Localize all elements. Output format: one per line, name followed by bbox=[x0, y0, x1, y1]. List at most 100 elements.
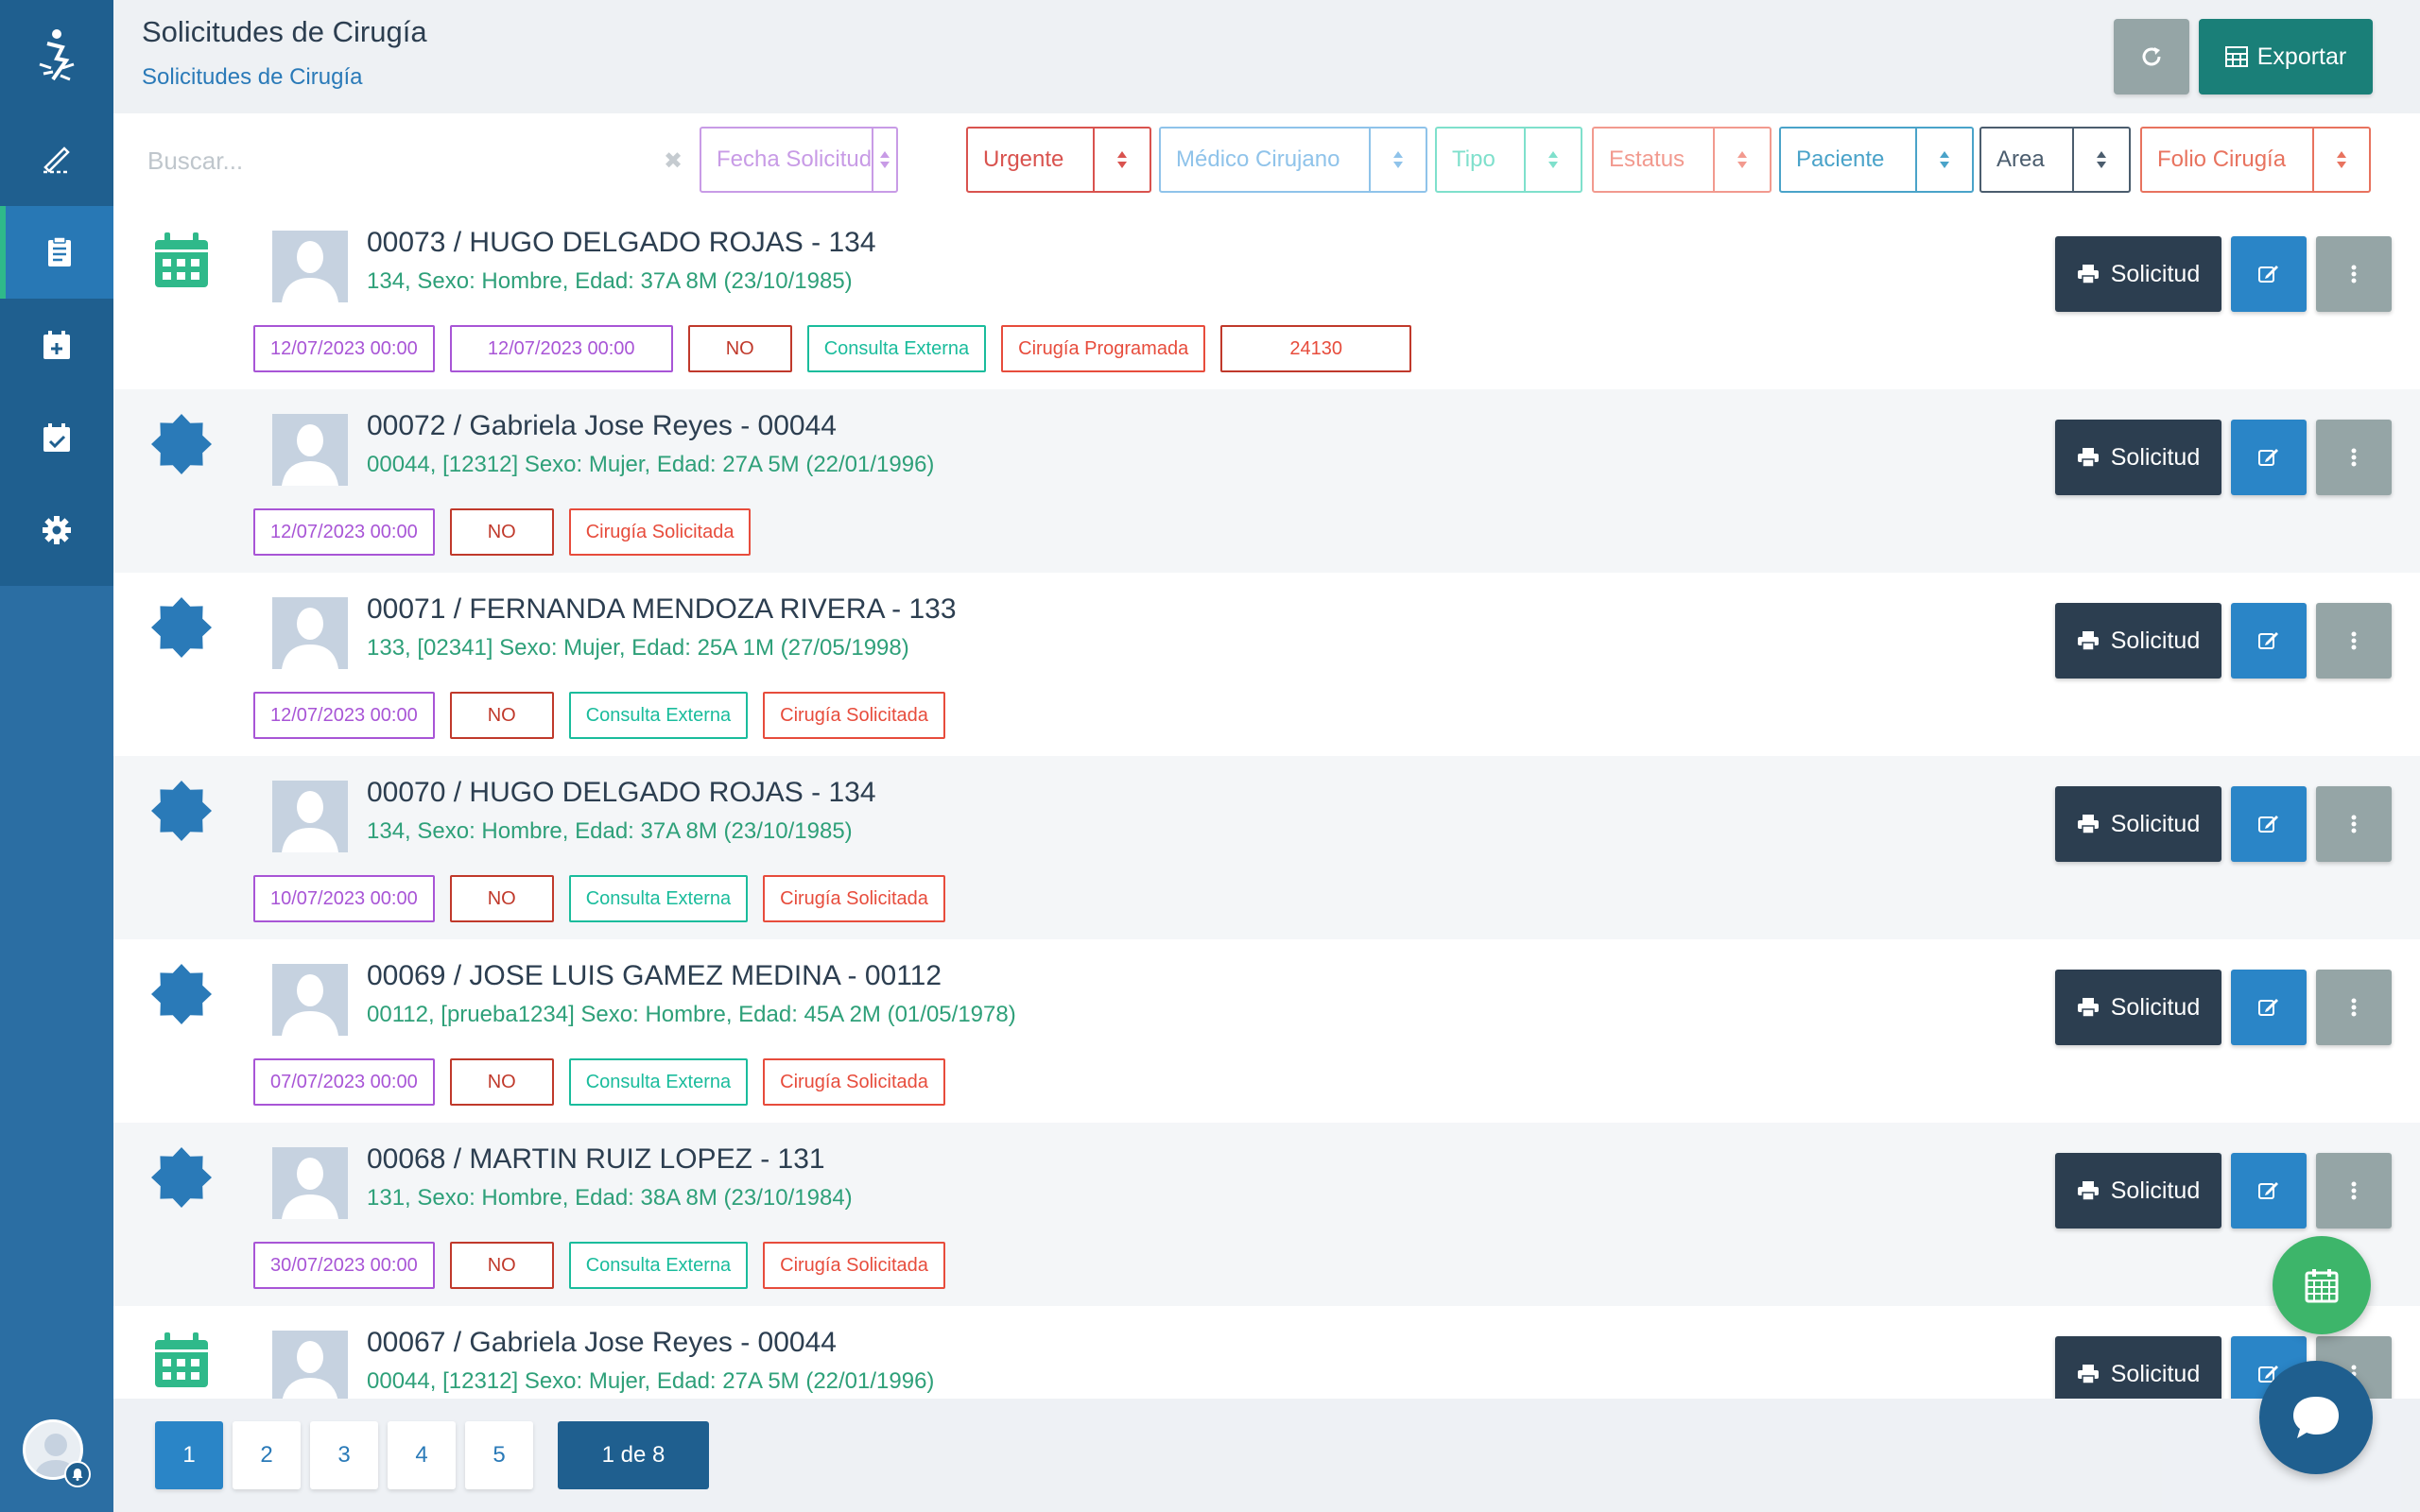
filter-m-dico-cirujano[interactable]: Médico Cirujano bbox=[1159, 127, 1427, 193]
filter-folio-cirug-a[interactable]: Folio Cirugía bbox=[2140, 127, 2371, 193]
patient-details: 00044, [12312] Sexo: Mujer, Edad: 27A 5M… bbox=[367, 452, 935, 477]
sidebar-item-schedule-add[interactable] bbox=[0, 299, 113, 391]
request-title[interactable]: 00067 / Gabriela Jose Reyes - 00044 bbox=[367, 1327, 837, 1359]
calendar-icon bbox=[151, 1331, 212, 1391]
edit-button[interactable] bbox=[2231, 603, 2307, 679]
tag-date: 10/07/2023 00:00 bbox=[253, 875, 435, 922]
refresh-button[interactable] bbox=[2114, 19, 2189, 94]
edit-button[interactable] bbox=[2231, 1153, 2307, 1228]
print-request-button[interactable]: Solicitud bbox=[2055, 236, 2221, 312]
more-options-button[interactable] bbox=[2316, 1153, 2392, 1228]
edit-button[interactable] bbox=[2231, 970, 2307, 1045]
sort-icon[interactable] bbox=[1093, 129, 1150, 191]
tag-date: 12/07/2023 00:00 bbox=[253, 508, 435, 556]
request-title[interactable]: 00073 / HUGO DELGADO ROJAS - 134 bbox=[367, 227, 876, 259]
filter-area[interactable]: Area bbox=[1979, 127, 2131, 193]
page-info[interactable]: 1 de 8 bbox=[558, 1421, 709, 1489]
more-options-button[interactable] bbox=[2316, 970, 2392, 1045]
edit-button[interactable] bbox=[2231, 236, 2307, 312]
search-input[interactable] bbox=[147, 134, 639, 187]
more-options-button[interactable] bbox=[2316, 236, 2392, 312]
vertical-dots-icon bbox=[2351, 265, 2357, 284]
sort-icon[interactable] bbox=[2312, 129, 2369, 191]
gear-icon bbox=[43, 516, 71, 544]
tag-group: 12/07/2023 00:00 NO Cirugía Solicitada bbox=[253, 508, 752, 556]
calendar-fab[interactable] bbox=[2273, 1236, 2371, 1334]
tag-date2: 12/07/2023 00:00 bbox=[449, 325, 673, 372]
sort-icon[interactable] bbox=[1915, 129, 1972, 191]
tag-group: 12/07/2023 00:00 12/07/2023 00:00 NO Consul… bbox=[253, 325, 1412, 372]
list-item[interactable]: 00069 / JOSE LUIS GAMEZ MEDINA - 00112 00… bbox=[113, 939, 2420, 1123]
tag-tipo: Consulta Externa bbox=[806, 325, 987, 372]
sort-icon[interactable] bbox=[1713, 129, 1770, 191]
badge-icon bbox=[151, 964, 212, 1024]
tag-group: 30/07/2023 00:00 NO Consulta Externa Cirugí… bbox=[253, 1242, 945, 1289]
filter-tipo[interactable]: Tipo bbox=[1435, 127, 1582, 193]
chat-fab[interactable] bbox=[2259, 1361, 2373, 1474]
more-options-button[interactable] bbox=[2316, 420, 2392, 495]
tag-group: 12/07/2023 00:00 NO Consulta Externa Cirugí… bbox=[253, 692, 945, 739]
notification-bell-icon[interactable] bbox=[64, 1461, 91, 1487]
list-item[interactable]: 00067 / Gabriela Jose Reyes - 00044 00044… bbox=[113, 1306, 2420, 1399]
edit-button[interactable] bbox=[2231, 420, 2307, 495]
patient-avatar bbox=[272, 1147, 348, 1219]
more-options-button[interactable] bbox=[2316, 603, 2392, 679]
edit-icon bbox=[2258, 1182, 2278, 1199]
page-button[interactable]: 1 bbox=[155, 1421, 223, 1489]
app-logo[interactable] bbox=[0, 0, 113, 113]
tag-tipo: Consulta Externa bbox=[568, 1058, 749, 1106]
page-button[interactable]: 3 bbox=[310, 1421, 378, 1489]
list-item[interactable]: 00071 / FERNANDA MENDOZA RIVERA - 133 133… bbox=[113, 573, 2420, 756]
vertical-dots-icon bbox=[2351, 448, 2357, 467]
request-title[interactable]: 00070 / HUGO DELGADO ROJAS - 134 bbox=[367, 777, 876, 809]
list-item[interactable]: 00073 / HUGO DELGADO ROJAS - 134 134, Sex… bbox=[113, 206, 2420, 389]
print-request-button[interactable]: Solicitud bbox=[2055, 603, 2221, 679]
sort-icon[interactable] bbox=[2072, 129, 2129, 191]
page-button[interactable]: 5 bbox=[465, 1421, 533, 1489]
filter-urgente[interactable]: Urgente bbox=[966, 127, 1151, 193]
print-request-button[interactable]: Solicitud bbox=[2055, 786, 2221, 862]
print-request-button[interactable]: Solicitud bbox=[2055, 420, 2221, 495]
list-item[interactable]: 00072 / Gabriela Jose Reyes - 00044 00044… bbox=[113, 389, 2420, 573]
print-request-button[interactable]: Solicitud bbox=[2055, 970, 2221, 1045]
print-request-button[interactable]: Solicitud bbox=[2055, 1336, 2221, 1399]
request-title[interactable]: 00068 / MARTIN RUIZ LOPEZ - 131 bbox=[367, 1143, 825, 1176]
page-button[interactable]: 2 bbox=[233, 1421, 301, 1489]
request-title[interactable]: 00071 / FERNANDA MENDOZA RIVERA - 133 bbox=[367, 593, 957, 626]
sidebar-item-notes[interactable] bbox=[0, 112, 113, 204]
tag-urg: NO bbox=[449, 508, 554, 556]
sort-icon[interactable] bbox=[1369, 129, 1426, 191]
sidebar-item-settings[interactable] bbox=[0, 484, 113, 576]
breadcrumb[interactable]: Solicitudes de Cirugía bbox=[142, 64, 362, 91]
print-request-button[interactable]: Solicitud bbox=[2055, 1153, 2221, 1228]
sort-icon[interactable] bbox=[872, 129, 896, 191]
tag-date: 12/07/2023 00:00 bbox=[253, 692, 435, 739]
tag-est: Cirugía Solicitada bbox=[763, 1242, 945, 1289]
page-header: Solicitudes de Cirugía Solicitudes de Ci… bbox=[113, 0, 2420, 113]
tag-est: Cirugía Solicitada bbox=[763, 875, 945, 922]
edit-button[interactable] bbox=[2231, 786, 2307, 862]
filter-estatus[interactable]: Estatus bbox=[1592, 127, 1772, 193]
export-button[interactable]: Exportar bbox=[2199, 19, 2373, 94]
patient-avatar bbox=[272, 1331, 348, 1399]
filter-label: Médico Cirujano bbox=[1176, 146, 1340, 172]
patient-avatar bbox=[272, 231, 348, 302]
filter-label: Estatus bbox=[1609, 146, 1685, 172]
sidebar-item-schedule-check[interactable] bbox=[0, 391, 113, 484]
request-title[interactable]: 00069 / JOSE LUIS GAMEZ MEDINA - 00112 bbox=[367, 960, 942, 992]
filter-paciente[interactable]: Paciente bbox=[1779, 127, 1974, 193]
filter-fecha-solicitud[interactable]: Fecha Solicitud bbox=[700, 127, 898, 193]
clear-search-icon[interactable]: ✖ bbox=[643, 134, 703, 187]
list-item[interactable]: 00070 / HUGO DELGADO ROJAS - 134 134, Sex… bbox=[113, 756, 2420, 939]
sort-icon[interactable] bbox=[1524, 129, 1581, 191]
page-button[interactable]: 4 bbox=[388, 1421, 456, 1489]
print-icon bbox=[2077, 631, 2099, 651]
patient-details: 133, [02341] Sexo: Mujer, Edad: 25A 1M (… bbox=[367, 635, 909, 661]
solicitud-label: Solicitud bbox=[2110, 627, 2201, 654]
tag-urg: NO bbox=[449, 1058, 554, 1106]
list-item[interactable]: 00068 / MARTIN RUIZ LOPEZ - 131 131, Sexo… bbox=[113, 1123, 2420, 1306]
more-options-button[interactable] bbox=[2316, 786, 2392, 862]
tag-date: 07/07/2023 00:00 bbox=[253, 1058, 435, 1106]
request-title[interactable]: 00072 / Gabriela Jose Reyes - 00044 bbox=[367, 410, 837, 442]
sidebar-item-surgery-requests[interactable] bbox=[0, 206, 113, 299]
